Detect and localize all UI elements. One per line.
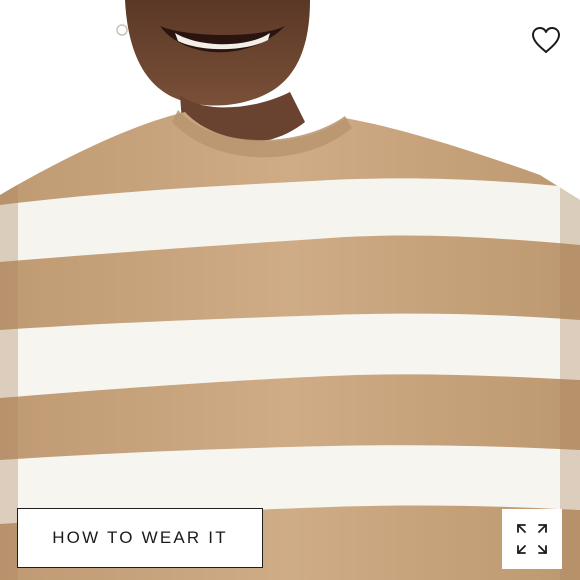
favorite-button[interactable] xyxy=(528,22,564,58)
expand-arrows-icon xyxy=(517,524,547,554)
heart-outline-icon xyxy=(532,27,560,53)
expand-image-button[interactable] xyxy=(502,509,562,569)
product-image-viewer: HOW TO WEAR IT xyxy=(0,0,580,580)
how-to-wear-label: HOW TO WEAR IT xyxy=(52,528,228,547)
product-photo xyxy=(0,0,580,580)
how-to-wear-button[interactable]: HOW TO WEAR IT xyxy=(17,508,263,568)
